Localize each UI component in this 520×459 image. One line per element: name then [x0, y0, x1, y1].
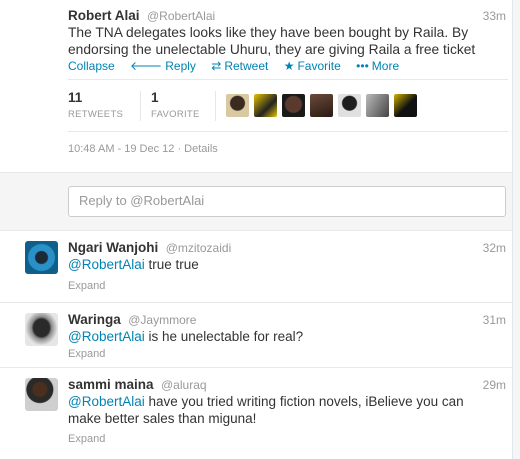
main-tweet-fullname[interactable]: Robert Alai	[68, 8, 140, 23]
reply-button[interactable]: 🡐 Reply	[130, 59, 196, 73]
expand-link[interactable]: Expand	[68, 348, 105, 360]
retweets-count: 11	[68, 90, 83, 105]
dots-icon: •••	[356, 59, 369, 73]
avatar[interactable]	[254, 94, 277, 117]
stats-divider	[68, 131, 508, 132]
reply-text: @RobertAlai true true	[68, 256, 498, 273]
favorites-count: 1	[151, 90, 159, 105]
retweeter-avatars	[226, 94, 422, 117]
favorite-button[interactable]: ★ Favorite	[284, 59, 341, 73]
avatar[interactable]	[25, 241, 58, 274]
reply-username[interactable]: @Jaymmore	[128, 313, 196, 327]
avatar[interactable]	[282, 94, 305, 117]
avatar[interactable]	[25, 378, 58, 411]
mention-link[interactable]: @RobertAlai	[68, 329, 145, 344]
mention-link[interactable]: @RobertAlai	[68, 257, 145, 272]
retweets-label: RETWEETS	[68, 109, 124, 120]
main-tweet-time[interactable]: 33m	[483, 9, 506, 23]
main-tweet-text: The TNA delegates looks like they have b…	[68, 25, 476, 57]
retweet-label: Retweet	[224, 59, 269, 73]
tweet-detail-panel: Robert Alai @RobertAlai 33m The TNA dele…	[0, 0, 513, 459]
mention-link[interactable]: @RobertAlai	[68, 394, 145, 409]
reply-body: is he unelectable for real?	[144, 329, 304, 344]
reply-label: Reply	[165, 59, 196, 73]
expand-link[interactable]: Expand	[68, 433, 105, 445]
tweet-timestamp[interactable]: 10:48 AM - 19 Dec 12 · Details	[68, 143, 218, 155]
reply-time[interactable]: 29m	[483, 378, 506, 392]
reply-fullname[interactable]: Waringa	[68, 312, 121, 327]
reply-username[interactable]: @aluraq	[161, 378, 207, 392]
reply-fullname[interactable]: sammi maina	[68, 377, 154, 392]
reply-text: @RobertAlai is he unelectable for real?	[68, 328, 498, 345]
reply-username[interactable]: @mzitozaidi	[166, 241, 232, 255]
avatar[interactable]	[226, 94, 249, 117]
reply-tweet[interactable]: sammi maina @aluraq 29m @RobertAlai have…	[0, 368, 512, 459]
reply-author[interactable]: Waringa @Jaymmore	[68, 311, 196, 329]
avatar[interactable]	[366, 94, 389, 117]
avatar[interactable]	[310, 94, 333, 117]
reply-time[interactable]: 31m	[483, 313, 506, 327]
main-tweet-username[interactable]: @RobertAlai	[147, 9, 215, 23]
avatar[interactable]	[394, 94, 417, 117]
retweet-icon: ⇄	[211, 59, 222, 73]
more-button[interactable]: ••• More	[356, 59, 399, 73]
more-label: More	[371, 59, 400, 73]
favorite-label: Favorite	[297, 59, 341, 73]
star-icon: ★	[283, 59, 295, 73]
reply-author[interactable]: sammi maina @aluraq	[68, 376, 207, 394]
retweets-stat[interactable]: 11 RETWEETS	[68, 90, 123, 120]
reply-input[interactable]: Reply to @RobertAlai	[68, 186, 506, 217]
reply-arrow-icon: 🡐	[130, 59, 163, 73]
avatar[interactable]	[338, 94, 361, 117]
favorites-stat[interactable]: 1 FAVORITE	[151, 90, 200, 120]
reply-fullname[interactable]: Ngari Wanjohi	[68, 240, 158, 255]
stat-separator	[215, 91, 216, 121]
retweet-button[interactable]: ⇄ Retweet	[211, 59, 268, 73]
reply-author[interactable]: Ngari Wanjohi @mzitozaidi	[68, 239, 231, 257]
reply-time[interactable]: 32m	[483, 241, 506, 255]
expand-link[interactable]: Expand	[68, 280, 105, 292]
main-tweet-actions: Collapse 🡐 Reply ⇄ Retweet ★ Favorite ••• Mo…	[68, 58, 411, 73]
collapse-link[interactable]: Collapse	[68, 59, 115, 73]
reply-text: @RobertAlai have you tried writing ficti…	[68, 393, 498, 427]
stat-separator	[140, 91, 141, 121]
favorites-label: FAVORITE	[151, 109, 200, 120]
avatar[interactable]	[25, 313, 58, 346]
reply-tweet[interactable]: Waringa @Jaymmore 31m @RobertAlai is he …	[0, 303, 512, 368]
reply-box-area: Reply to @RobertAlai	[0, 172, 512, 231]
stats-divider	[68, 79, 508, 80]
reply-body: true true	[144, 257, 199, 272]
reply-tweet[interactable]: Ngari Wanjohi @mzitozaidi 32m @RobertAla…	[0, 231, 512, 303]
scrollbar[interactable]	[513, 0, 520, 459]
main-tweet-author[interactable]: Robert Alai @RobertAlai	[68, 7, 215, 25]
